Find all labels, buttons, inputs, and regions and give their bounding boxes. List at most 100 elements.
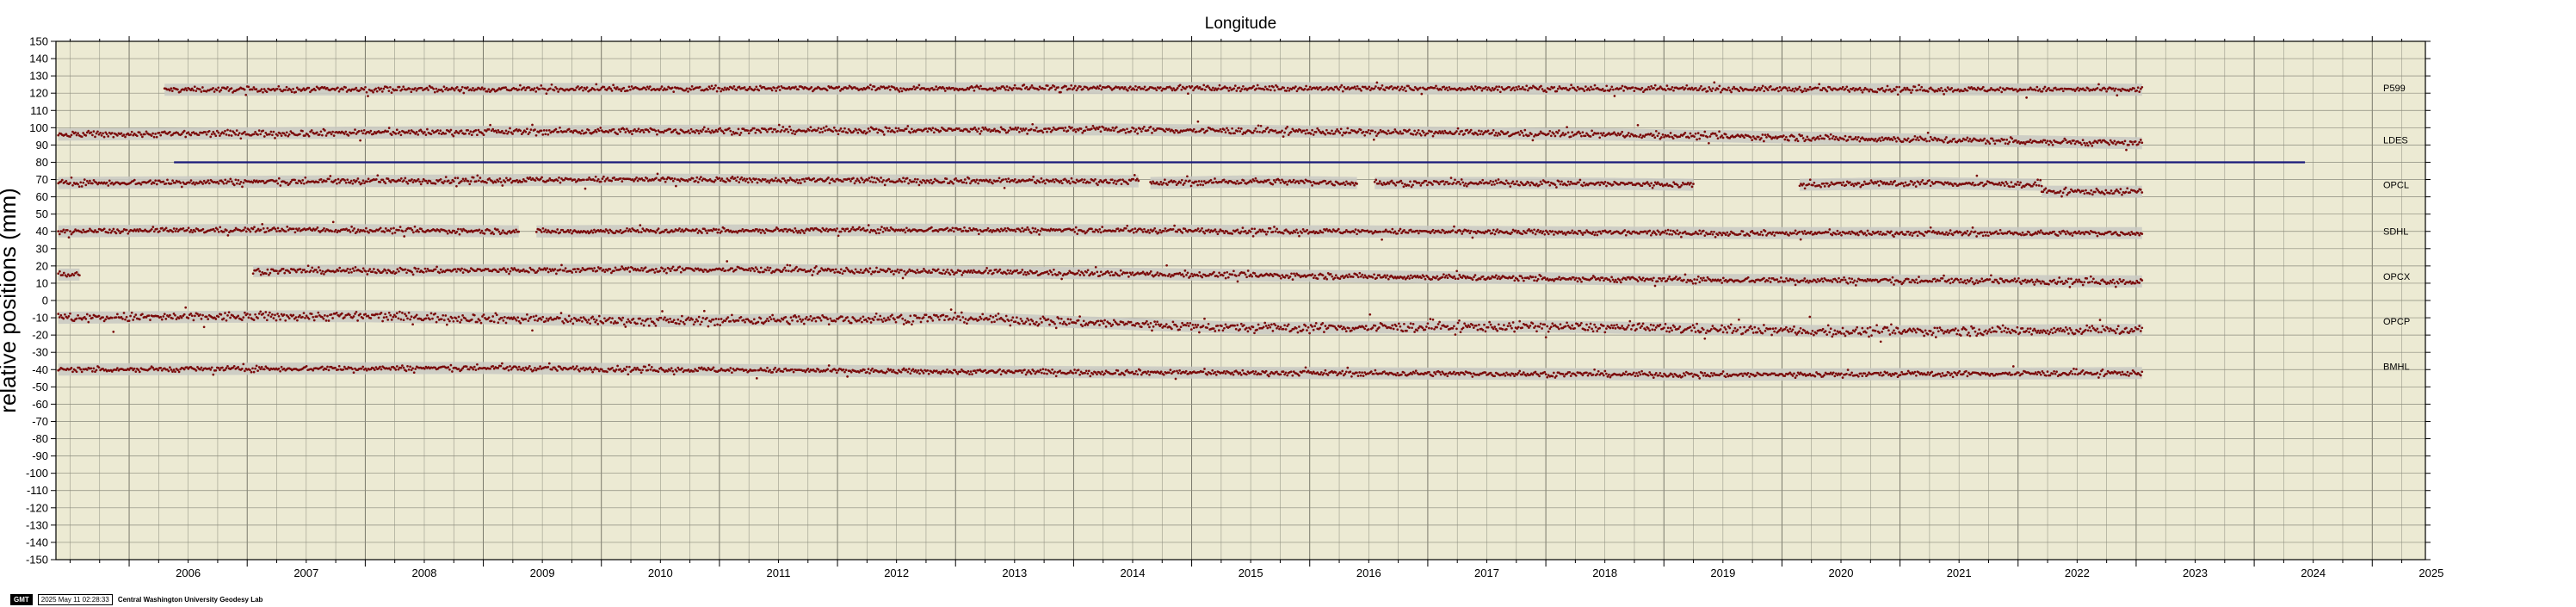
data-point bbox=[1881, 87, 1884, 90]
data-point bbox=[1378, 180, 1381, 183]
data-point bbox=[1412, 183, 1414, 187]
data-point bbox=[476, 174, 479, 177]
data-point bbox=[1713, 81, 1716, 84]
data-point bbox=[930, 128, 933, 132]
data-point bbox=[822, 127, 825, 129]
data-point bbox=[1665, 183, 1669, 185]
data-point bbox=[707, 127, 710, 131]
data-point bbox=[1094, 128, 1097, 131]
data-point bbox=[1839, 182, 1842, 184]
data-point bbox=[2068, 190, 2072, 194]
data-point bbox=[213, 230, 216, 232]
data-point bbox=[390, 133, 393, 136]
data-point bbox=[803, 180, 806, 183]
data-point bbox=[110, 132, 114, 134]
data-point bbox=[80, 135, 83, 139]
data-point bbox=[316, 226, 319, 229]
data-point bbox=[1539, 180, 1542, 183]
data-point bbox=[1504, 183, 1507, 186]
data-point bbox=[384, 227, 387, 230]
data-point bbox=[379, 181, 382, 183]
data-point bbox=[361, 179, 365, 183]
data-point bbox=[962, 181, 966, 184]
data-point bbox=[1496, 182, 1498, 185]
data-point bbox=[2046, 139, 2049, 143]
data-point bbox=[1158, 183, 1161, 186]
data-point bbox=[1408, 128, 1411, 132]
data-point bbox=[987, 180, 991, 183]
data-point bbox=[739, 131, 743, 134]
data-point bbox=[363, 230, 367, 233]
data-point bbox=[343, 179, 346, 182]
data-point bbox=[1833, 138, 1837, 141]
data-point bbox=[1670, 88, 1672, 91]
data-point bbox=[1256, 130, 1258, 133]
data-point bbox=[747, 132, 751, 135]
data-point bbox=[356, 228, 360, 232]
data-point bbox=[264, 230, 268, 233]
data-point bbox=[1234, 183, 1238, 185]
data-point bbox=[329, 131, 331, 134]
data-point bbox=[1721, 136, 1725, 139]
data-point bbox=[415, 89, 418, 92]
data-point bbox=[1442, 180, 1445, 183]
data-point bbox=[1184, 179, 1188, 183]
data-point bbox=[1676, 183, 1679, 187]
data-point bbox=[1309, 133, 1313, 135]
data-point bbox=[1085, 86, 1089, 90]
data-point bbox=[1041, 131, 1045, 134]
data-point bbox=[1700, 84, 1702, 88]
data-point bbox=[1136, 132, 1140, 135]
data-point bbox=[751, 180, 754, 183]
data-point bbox=[1597, 132, 1600, 135]
data-point bbox=[883, 183, 886, 187]
data-point bbox=[1197, 180, 1201, 183]
data-point bbox=[1863, 89, 1865, 91]
data-point bbox=[1613, 95, 1616, 97]
data-point bbox=[1480, 130, 1483, 133]
data-point bbox=[538, 88, 541, 90]
data-point bbox=[1769, 85, 1772, 88]
data-point bbox=[867, 127, 870, 130]
data-point bbox=[469, 180, 473, 183]
data-point bbox=[480, 86, 484, 90]
data-point bbox=[1400, 182, 1404, 185]
data-point bbox=[1159, 181, 1163, 183]
data-point bbox=[152, 135, 156, 139]
data-point bbox=[1537, 88, 1540, 91]
data-point bbox=[1383, 89, 1387, 91]
data-point bbox=[1487, 182, 1491, 184]
data-point bbox=[289, 89, 292, 91]
data-point bbox=[1611, 183, 1615, 186]
data-point bbox=[212, 130, 215, 133]
data-point bbox=[1212, 86, 1214, 90]
data-point bbox=[773, 179, 776, 183]
data-point bbox=[1568, 183, 1572, 186]
data-point bbox=[1660, 136, 1663, 139]
data-point bbox=[1541, 88, 1544, 90]
data-point bbox=[1517, 131, 1520, 134]
data-point bbox=[1416, 131, 1419, 134]
data-point bbox=[1053, 85, 1056, 88]
data-point bbox=[1913, 182, 1917, 184]
data-point bbox=[244, 230, 248, 233]
data-point bbox=[497, 180, 500, 183]
data-point bbox=[1493, 87, 1497, 90]
data-point bbox=[1091, 124, 1095, 127]
data-point bbox=[2073, 142, 2077, 146]
data-point bbox=[360, 129, 363, 133]
data-point bbox=[810, 86, 813, 89]
data-point bbox=[1591, 129, 1593, 133]
data-point bbox=[108, 228, 111, 232]
data-point bbox=[1698, 87, 1702, 90]
data-point bbox=[1515, 86, 1517, 89]
data-point bbox=[1266, 126, 1269, 129]
data-point bbox=[1390, 84, 1393, 88]
data-point bbox=[2005, 183, 2009, 185]
data-point bbox=[1588, 89, 1591, 91]
data-point bbox=[1527, 182, 1530, 184]
data-point bbox=[192, 181, 195, 184]
data-point bbox=[2028, 140, 2030, 144]
data-point bbox=[2076, 86, 2079, 90]
data-point bbox=[1185, 85, 1189, 89]
